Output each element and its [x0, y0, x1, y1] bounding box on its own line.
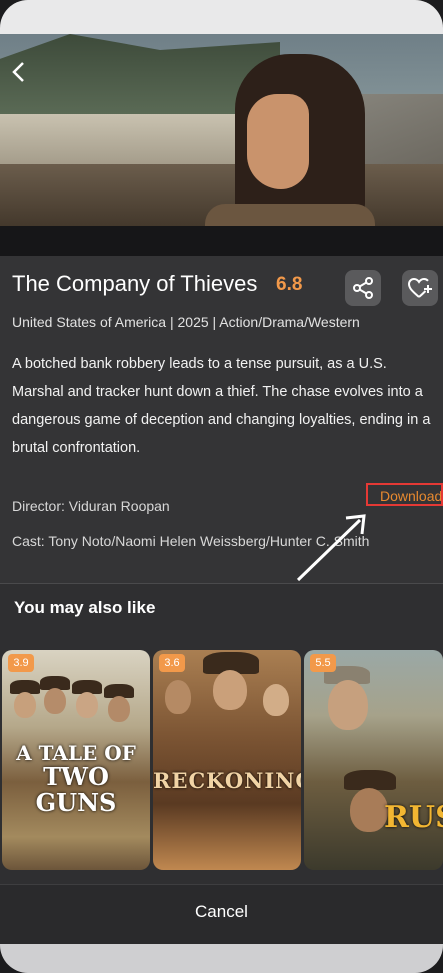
share-icon — [353, 277, 373, 299]
similar-poster[interactable]: 3.9 A TALE OF TWO GUNS — [2, 650, 150, 870]
heart-plus-icon — [407, 277, 432, 298]
poster-rating-badge: 5.5 — [310, 654, 336, 672]
poster-rating-badge: 3.9 — [8, 654, 34, 672]
top-bezel — [0, 0, 443, 34]
similar-title: You may also like — [14, 598, 156, 617]
annotation-arrow-icon — [296, 514, 366, 582]
share-button[interactable] — [345, 270, 381, 306]
similar-poster[interactable]: 3.6 RECKONING — [153, 650, 301, 870]
poster-title: RUST — [384, 800, 443, 835]
poster-title: RECKONING — [153, 768, 301, 793]
bottom-bezel — [0, 944, 443, 973]
movie-rating: 6.8 — [276, 274, 303, 295]
hero-bottom-bar — [0, 226, 443, 256]
movie-director: Director: Viduran Roopan — [12, 498, 170, 514]
favorite-button[interactable] — [402, 270, 438, 306]
poster-title-line-2: TWO GUNS — [35, 762, 117, 817]
chevron-left-icon — [12, 62, 24, 82]
download-button[interactable]: Download — [366, 483, 443, 506]
similar-poster[interactable]: 5.5 RUST — [304, 650, 443, 870]
movie-title: The Company of Thieves — [12, 271, 258, 296]
hero-figure — [205, 54, 375, 226]
movie-description: A botched bank robbery leads to a tense … — [12, 356, 431, 456]
app-screen: The Company of Thieves 6.8 United States… — [0, 0, 443, 973]
hero-image — [0, 34, 443, 226]
movie-meta: United States of America | 2025 | Action… — [12, 314, 360, 330]
poster-rating-badge: 3.6 — [159, 654, 185, 672]
cancel-button[interactable]: Cancel — [0, 902, 443, 922]
back-button[interactable] — [8, 60, 30, 86]
